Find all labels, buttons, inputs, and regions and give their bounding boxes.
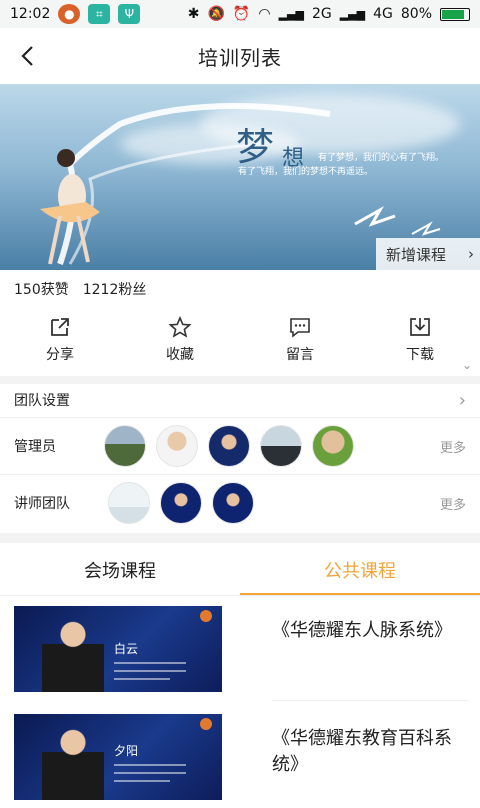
avatar[interactable]	[208, 425, 250, 467]
chevron-right-icon: ›	[468, 245, 474, 263]
status-time: 12:02	[10, 6, 51, 22]
bluetooth-icon: ✱	[187, 6, 200, 22]
section-gap	[0, 376, 480, 384]
action-bar: 分享 收藏 留言 下载	[0, 316, 480, 372]
tab-venue-courses[interactable]: 会场课程	[0, 545, 240, 595]
battery-fill	[442, 9, 465, 19]
avatar[interactable]	[156, 425, 198, 467]
wifi-icon: ◠	[258, 6, 271, 22]
banner-big-char: 梦	[236, 125, 275, 169]
status-bar: 12:02 ● ⌗ Ψ ✱ 🔕 ⏰ ◠ ▂▄▆ 2G ▂▄▆ 4G 80%	[0, 0, 480, 28]
lecturers-avatar-list	[108, 482, 254, 524]
comment-button[interactable]: 留言	[240, 316, 360, 372]
lecturers-label: 讲师团队	[14, 496, 70, 512]
admins-row: 管理员 更多	[0, 418, 480, 474]
avatar[interactable]	[108, 482, 150, 524]
network2-label: 4G	[373, 6, 393, 22]
signal-icon: ▂▄▆	[278, 7, 304, 21]
app-notification-icon: ●	[58, 4, 81, 24]
download-label: 下载	[406, 347, 434, 363]
signal2-icon: ▂▄▆	[339, 7, 366, 21]
comment-label: 留言	[286, 347, 314, 363]
avatar[interactable]	[104, 425, 146, 467]
course-tabs: 会场课程 公共课程	[0, 545, 480, 595]
battery-percent: 80%	[400, 6, 432, 22]
scan-notification-icon: ⌗	[88, 4, 111, 24]
avatar[interactable]	[260, 425, 302, 467]
course-item[interactable]: 夕阳 《华德耀东教育百科系统》	[0, 712, 480, 808]
page-title: 培训列表	[198, 45, 282, 70]
fans-count: 1212粉丝	[82, 282, 147, 298]
nav-bar: 培训列表	[0, 28, 480, 84]
course-title: 《华德耀东教育百科系统》	[272, 728, 452, 775]
share-label: 分享	[46, 347, 74, 363]
profile-stats: 150获赞 1212粉丝	[14, 279, 146, 299]
logo-icon	[200, 610, 212, 622]
avatar[interactable]	[212, 482, 254, 524]
banner-tagline-2: 有了飞翔，我们的梦想不再遥远。	[238, 167, 374, 177]
team-settings-row[interactable]: 团队设置 ›	[0, 384, 480, 416]
speaker-photo	[42, 728, 104, 800]
chevron-right-icon: ›	[458, 389, 466, 411]
tab-public-courses[interactable]: 公共课程	[240, 545, 480, 595]
admins-label: 管理员	[14, 439, 56, 455]
course-thumbnail: 白云	[14, 606, 222, 692]
share-button[interactable]: 分享	[0, 316, 120, 372]
avatar[interactable]	[160, 482, 202, 524]
speaker-name: 夕阳	[114, 744, 139, 758]
team-settings-label: 团队设置	[14, 393, 70, 409]
banner-tagline-1: 有了梦想，我们的心有了飞翔。	[318, 153, 445, 163]
add-course-label: 新增课程	[386, 245, 447, 264]
admins-avatar-list	[104, 425, 354, 467]
admins-more-link[interactable]: 更多	[440, 437, 466, 456]
avatar[interactable]	[312, 425, 354, 467]
divider	[0, 595, 480, 596]
speaker-name: 白云	[114, 642, 139, 656]
add-course-button[interactable]: 新增课程 ›	[376, 238, 480, 270]
comment-icon	[290, 318, 310, 338]
favorite-label: 收藏	[166, 347, 194, 363]
course-item[interactable]: 白云 《华德耀东人脉系统》	[0, 604, 480, 700]
star-icon	[168, 316, 192, 338]
speaker-photo	[42, 620, 104, 692]
chevron-left-icon	[21, 46, 33, 66]
lecturers-row: 讲师团队 更多	[0, 475, 480, 531]
battery-icon	[440, 7, 470, 21]
divider	[272, 700, 468, 701]
network-label: 2G	[311, 6, 332, 22]
course-title: 《华德耀东人脉系统》	[272, 620, 452, 641]
share-icon	[51, 318, 69, 336]
mute-icon: 🔕	[207, 6, 225, 22]
section-gap	[0, 533, 480, 543]
likes-count: 150获赞	[14, 282, 69, 298]
lecturers-more-link[interactable]: 更多	[440, 494, 466, 513]
download-icon	[410, 318, 430, 336]
usb-notification-icon: Ψ	[118, 4, 141, 24]
favorite-button[interactable]: 收藏	[120, 316, 240, 372]
expand-chevron-icon[interactable]: ⌄	[462, 358, 472, 372]
back-button[interactable]	[8, 36, 48, 76]
course-thumbnail: 夕阳	[14, 714, 222, 800]
alarm-icon: ⏰	[232, 6, 251, 22]
logo-icon	[200, 718, 212, 730]
